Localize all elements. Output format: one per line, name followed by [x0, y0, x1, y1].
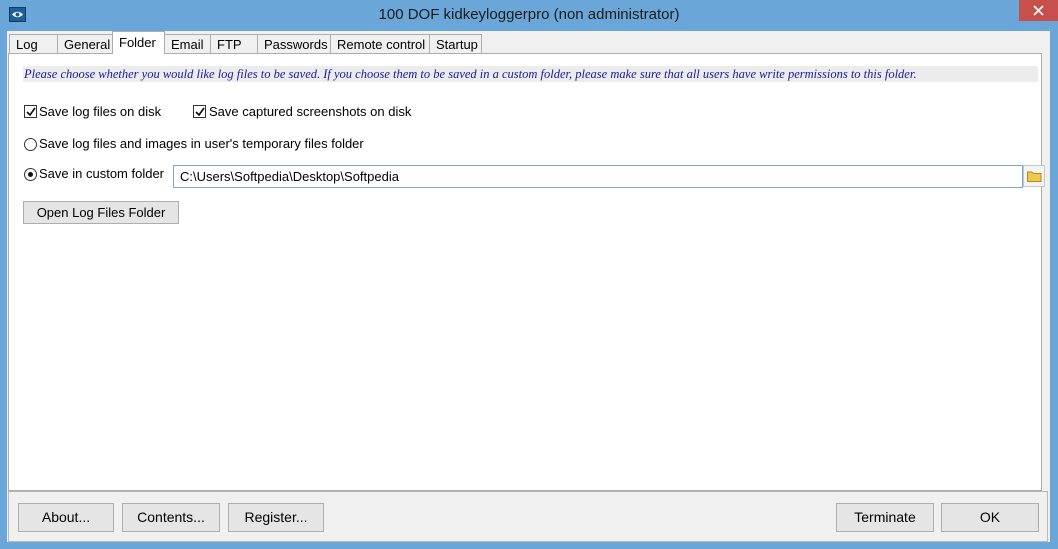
tab-folder[interactable]: Folder	[112, 31, 165, 54]
temp-folder-label[interactable]: Save log files and images in user's temp…	[39, 136, 364, 152]
save-screenshots-label[interactable]: Save captured screenshots on disk	[209, 104, 411, 120]
tab-remote-control[interactable]: Remote control	[330, 34, 430, 53]
app-window: 100 DOF kidkeyloggerpro (non administrat…	[0, 0, 1058, 549]
save-log-disk-checkbox[interactable]	[24, 105, 37, 118]
tab-general[interactable]: General	[57, 34, 114, 53]
bottom-button-bar: About... Contents... Register... Termina…	[8, 491, 1048, 542]
browse-folder-button[interactable]	[1023, 165, 1045, 187]
tab-passwords[interactable]: Passwords	[257, 34, 331, 53]
folder-icon	[1027, 171, 1042, 182]
radio-dot	[28, 172, 33, 177]
custom-folder-label[interactable]: Save in custom folder	[39, 166, 164, 182]
custom-folder-path-input[interactable]	[173, 165, 1023, 188]
folder-tab-panel: Please choose whether you would like log…	[8, 53, 1045, 491]
terminate-button[interactable]: Terminate	[836, 503, 934, 532]
close-icon	[1033, 5, 1044, 16]
checkmark-icon	[26, 107, 36, 117]
save-log-disk-label[interactable]: Save log files on disk	[39, 104, 161, 120]
register-button[interactable]: Register...	[228, 503, 324, 532]
client-area: Log General Folder Email FTP Passwords R…	[7, 31, 1050, 542]
tab-email[interactable]: Email	[164, 34, 211, 53]
custom-folder-radio[interactable]	[24, 168, 37, 181]
tab-startup[interactable]: Startup	[429, 34, 482, 53]
title-bar[interactable]: 100 DOF kidkeyloggerpro (non administrat…	[0, 0, 1058, 31]
contents-button[interactable]: Contents...	[122, 503, 220, 532]
ok-button[interactable]: OK	[941, 503, 1039, 532]
tab-log[interactable]: Log	[9, 34, 59, 53]
about-button[interactable]: About...	[18, 503, 114, 532]
open-log-folder-button[interactable]: Open Log Files Folder	[23, 201, 179, 224]
tab-ftp[interactable]: FTP	[210, 34, 258, 53]
checkmark-icon	[195, 107, 205, 117]
close-button[interactable]	[1019, 0, 1058, 21]
temp-folder-radio[interactable]	[24, 138, 37, 151]
info-text: Please choose whether you would like log…	[23, 66, 1038, 82]
save-screenshots-checkbox[interactable]	[193, 105, 206, 118]
window-title: 100 DOF kidkeyloggerpro (non administrat…	[378, 6, 680, 23]
